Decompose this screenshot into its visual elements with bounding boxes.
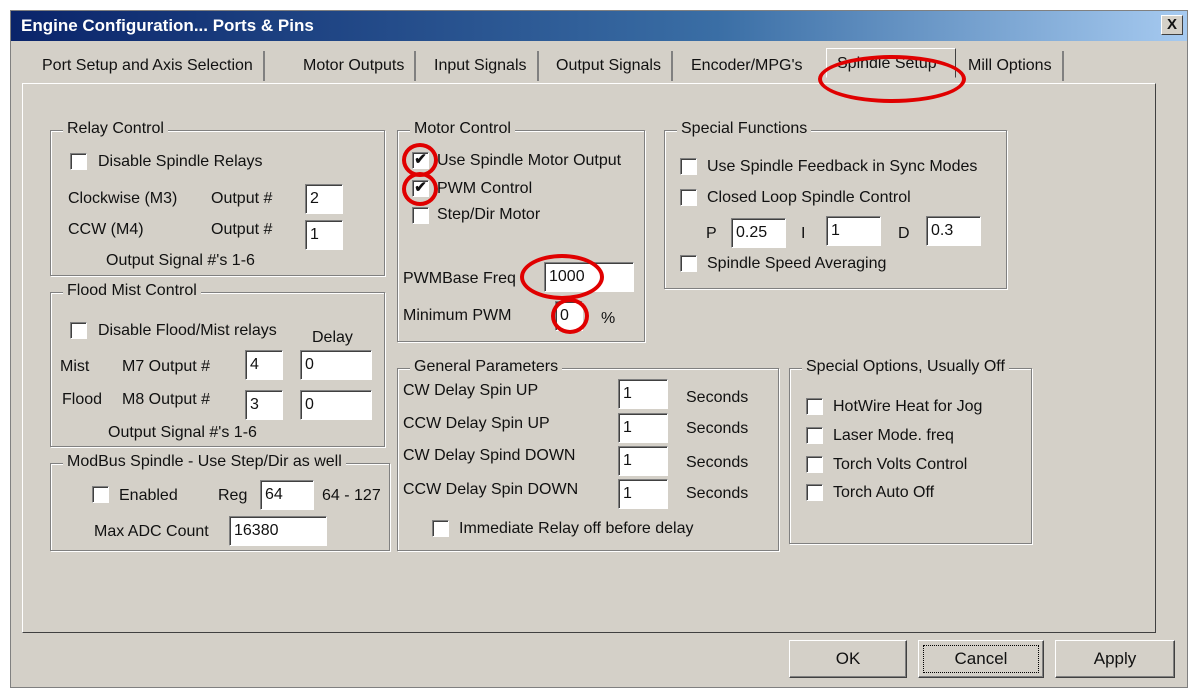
- relay-signal-note: Output Signal #'s 1-6: [106, 252, 255, 269]
- modbus-enabled-checkbox[interactable]: [92, 486, 109, 503]
- hotwire-heat-label: HotWire Heat for Jog: [833, 398, 983, 415]
- flood-signal-note: Output Signal #'s 1-6: [108, 424, 257, 441]
- cw-output-input[interactable]: 2: [305, 184, 343, 214]
- cw-label: Clockwise (M3): [68, 190, 178, 207]
- flood-mist-legend: Flood Mist Control: [63, 282, 201, 300]
- tab-mill-options[interactable]: Mill Options: [958, 51, 1064, 81]
- cancel-button[interactable]: Cancel: [918, 640, 1044, 678]
- tab-spindle-setup[interactable]: Spindle Setup: [826, 48, 956, 78]
- d-input[interactable]: 0.3: [926, 216, 981, 246]
- pwm-control-checkbox[interactable]: ✔: [412, 180, 429, 197]
- title-bar[interactable]: Engine Configuration... Ports & Pins X: [11, 11, 1187, 41]
- tab-input-signals[interactable]: Input Signals: [424, 51, 539, 81]
- minimum-pwm-label: Minimum PWM: [403, 307, 512, 324]
- pwm-control-label: PWM Control: [437, 180, 533, 197]
- modbus-legend: ModBus Spindle - Use Step/Dir as well: [63, 453, 346, 471]
- ccw-output-input[interactable]: 1: [305, 220, 343, 250]
- step-dir-motor-checkbox[interactable]: [412, 207, 429, 224]
- general-row-unit: Seconds: [686, 485, 749, 502]
- general-row-label: CW Delay Spin UP: [403, 382, 539, 399]
- tab-motor-outputs[interactable]: Motor Outputs: [293, 51, 417, 81]
- minimum-pwm-input[interactable]: 0: [555, 301, 583, 331]
- tab-output-signals[interactable]: Output Signals: [546, 51, 673, 81]
- pwm-base-freq-label: PWMBase Freq: [403, 270, 516, 287]
- general-row-label: CW Delay Spind DOWN: [403, 447, 576, 464]
- special-options-legend: Special Options, Usually Off: [802, 358, 1009, 376]
- torch-auto-off-checkbox[interactable]: [806, 484, 823, 501]
- relay-control-legend: Relay Control: [63, 120, 168, 138]
- flood-output-label: M8 Output #: [122, 391, 211, 408]
- modbus-enabled-label: Enabled: [119, 487, 178, 504]
- closed-loop-checkbox[interactable]: [680, 189, 697, 206]
- mist-delay-input[interactable]: 0: [300, 350, 372, 380]
- modbus-reg-label: Reg: [218, 487, 248, 504]
- general-row-label: CCW Delay Spin UP: [403, 415, 550, 432]
- p-input[interactable]: 0.25: [731, 218, 786, 248]
- ccw-spin-down-input[interactable]: 1: [618, 479, 668, 509]
- hotwire-heat-checkbox[interactable]: [806, 398, 823, 415]
- use-spindle-motor-checkbox[interactable]: ✔: [412, 152, 429, 169]
- modbus-reg-input[interactable]: 64: [260, 480, 314, 510]
- general-row-label: CCW Delay Spin DOWN: [403, 481, 579, 498]
- d-label: D: [898, 225, 910, 242]
- apply-button[interactable]: Apply: [1055, 640, 1175, 678]
- close-button[interactable]: X: [1161, 15, 1183, 35]
- laser-mode-checkbox[interactable]: [806, 427, 823, 444]
- disable-spindle-relays-checkbox[interactable]: [70, 153, 87, 170]
- immediate-relay-off-checkbox[interactable]: [432, 520, 449, 537]
- motor-control-legend: Motor Control: [410, 120, 515, 138]
- ok-button[interactable]: OK: [789, 640, 907, 678]
- laser-mode-label: Laser Mode. freq: [833, 427, 954, 444]
- pwm-base-freq-input[interactable]: 1000: [544, 262, 634, 292]
- closed-loop-label: Closed Loop Spindle Control: [707, 189, 911, 206]
- ccw-label: CCW (M4): [68, 221, 144, 238]
- flood-label: Flood: [62, 391, 103, 408]
- torch-volts-checkbox[interactable]: [806, 456, 823, 473]
- cw-spin-up-input[interactable]: 1: [618, 379, 668, 409]
- torch-auto-off-label: Torch Auto Off: [833, 484, 935, 501]
- cw-spin-down-input[interactable]: 1: [618, 446, 668, 476]
- torch-volts-label: Torch Volts Control: [833, 456, 968, 473]
- flood-delay-input[interactable]: 0: [300, 390, 372, 420]
- spindle-feedback-checkbox[interactable]: [680, 158, 697, 175]
- general-parameters-legend: General Parameters: [410, 358, 563, 376]
- ccw-spin-up-input[interactable]: 1: [618, 413, 668, 443]
- minimum-pwm-unit: %: [601, 310, 616, 327]
- disable-flood-mist-label: Disable Flood/Mist relays: [98, 322, 277, 339]
- general-row-unit: Seconds: [686, 420, 749, 437]
- general-row-unit: Seconds: [686, 389, 749, 406]
- mist-label: Mist: [60, 358, 90, 375]
- max-adc-input[interactable]: 16380: [229, 516, 327, 546]
- general-row-unit: Seconds: [686, 454, 749, 471]
- mist-output-label: M7 Output #: [122, 358, 211, 375]
- step-dir-motor-label: Step/Dir Motor: [437, 206, 541, 223]
- window-title: Engine Configuration... Ports & Pins: [21, 16, 314, 35]
- i-input[interactable]: 1: [826, 216, 881, 246]
- delay-label: Delay: [312, 329, 353, 346]
- disable-spindle-relays-label: Disable Spindle Relays: [98, 153, 263, 170]
- max-adc-label: Max ADC Count: [94, 523, 209, 540]
- immediate-relay-off-label: Immediate Relay off before delay: [459, 520, 694, 537]
- tab-encoder-mpg[interactable]: Encoder/MPG's: [681, 51, 813, 81]
- modbus-reg-range: 64 - 127: [322, 487, 381, 504]
- speed-averaging-label: Spindle Speed Averaging: [707, 255, 887, 272]
- special-functions-legend: Special Functions: [677, 120, 812, 138]
- p-label: P: [706, 225, 717, 242]
- speed-averaging-checkbox[interactable]: [680, 255, 697, 272]
- ccw-output-label: Output #: [211, 221, 273, 238]
- tab-port-setup[interactable]: Port Setup and Axis Selection: [32, 51, 265, 81]
- use-spindle-motor-label: Use Spindle Motor Output: [437, 152, 622, 169]
- flood-output-input[interactable]: 3: [245, 390, 283, 420]
- i-label: I: [801, 225, 806, 242]
- spindle-feedback-label: Use Spindle Feedback in Sync Modes: [707, 158, 978, 175]
- cw-output-label: Output #: [211, 190, 273, 207]
- disable-flood-mist-checkbox[interactable]: [70, 322, 87, 339]
- mist-output-input[interactable]: 4: [245, 350, 283, 380]
